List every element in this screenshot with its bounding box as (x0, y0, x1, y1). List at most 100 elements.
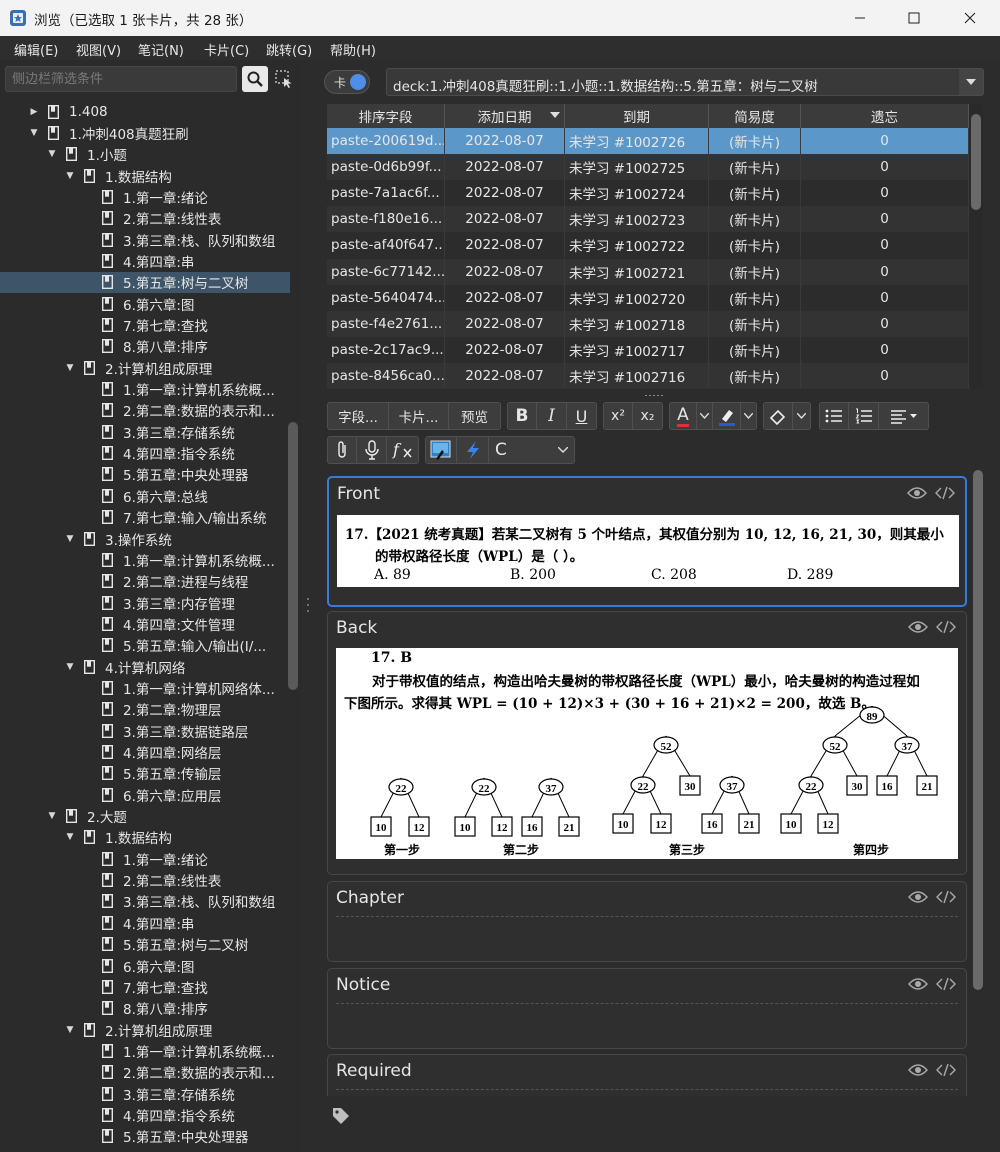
expand-down-icon[interactable]: ▼ (64, 831, 76, 843)
tree-item[interactable]: 5.第五章:中央处理器 (0, 464, 290, 485)
field-back[interactable]: Back 17. B 对于带权值的结点，构造出哈夫曼树的带权路径长度（WPL）最… (327, 611, 967, 875)
tree-item[interactable]: 1.第一章:计算机系统概... (0, 379, 290, 400)
menu-help[interactable]: 帮助(H) (330, 40, 376, 59)
expand-down-icon[interactable]: ▼ (64, 661, 76, 673)
tree-item[interactable]: 2.第二章:进程与线程 (0, 571, 290, 592)
eye-icon[interactable] (908, 620, 928, 634)
table-row[interactable]: paste-f180e16... 2022-08-07 未学习 #1002723 (新… (327, 206, 969, 233)
tree-item[interactable]: 2.第二章:数据的表示和... (0, 400, 290, 421)
highlight-button[interactable] (713, 402, 741, 430)
tree-item[interactable]: 7.第七章:查找 (0, 976, 290, 997)
tag-icon[interactable] (331, 1106, 351, 1126)
column-header-ease[interactable]: 简易度 (709, 104, 801, 128)
eye-icon[interactable] (908, 1063, 928, 1077)
table-row[interactable]: paste-f4e2761... 2022-08-07 未学习 #1002718 (新… (327, 310, 969, 337)
fields-scrollbar-thumb[interactable] (973, 470, 983, 990)
tree-item[interactable]: ▼ 1.小题 (0, 144, 290, 165)
font-color-button[interactable]: A (669, 402, 697, 430)
tree-item[interactable]: 1.第一章:绪论 (0, 186, 290, 207)
expand-down-icon[interactable]: ▼ (64, 170, 76, 182)
highlight-dropdown[interactable] (741, 402, 757, 430)
expand-down-icon[interactable]: ▼ (46, 148, 58, 160)
expand-down-icon[interactable]: ▼ (64, 362, 76, 374)
eye-icon[interactable] (907, 486, 927, 500)
tree-item[interactable]: 5.第五章:中央处理器 (0, 1126, 290, 1147)
search-combobox[interactable]: deck:1.冲刺408真题狂刷::1.小题::1.数据结构::5.第五章：树与… (386, 68, 984, 96)
html-editor-icon[interactable] (936, 620, 956, 634)
sidebar-scrollbar[interactable] (288, 422, 298, 690)
expand-down-icon[interactable]: ▼ (28, 127, 40, 139)
html-editor-icon[interactable] (936, 1063, 956, 1077)
required-editor[interactable] (336, 1089, 958, 1096)
tree-item[interactable]: 8.第八章:排序 (0, 336, 290, 357)
table-row[interactable]: paste-6c77142... 2022-08-07 未学习 #1002721 (新… (327, 258, 969, 285)
tree-item[interactable]: 2.第二章:线性表 (0, 208, 290, 229)
tree-item[interactable]: ▼ 2.大题 (0, 806, 290, 827)
subscript-button[interactable]: x₂ (633, 402, 663, 430)
expand-down-icon[interactable]: ▼ (46, 810, 58, 822)
attach-button[interactable] (327, 436, 357, 464)
align-button[interactable] (879, 402, 929, 430)
record-audio-button[interactable] (357, 436, 387, 464)
expand-down-icon[interactable]: ▼ (64, 1024, 76, 1036)
tree-item[interactable]: 4.第四章:指令系统 (0, 1104, 290, 1125)
tree-item[interactable]: 4.第四章:文件管理 (0, 613, 290, 634)
tree-item[interactable]: ▼ 1.数据结构 (0, 827, 290, 848)
menu-edit[interactable]: 编辑(E) (14, 40, 58, 59)
notice-editor[interactable] (336, 1003, 958, 1043)
tree-item[interactable]: 4.第四章:网络层 (0, 742, 290, 763)
tree-item[interactable]: ▼ 2.计算机组成原理 (0, 1019, 290, 1040)
tree-item[interactable]: ▼ 3.操作系统 (0, 528, 290, 549)
maximize-button[interactable] (891, 0, 937, 36)
tree-item[interactable]: 7.第七章:查找 (0, 315, 290, 336)
column-header-sort-field[interactable]: 排序字段 (327, 104, 445, 128)
tree-item[interactable]: 6.第六章:应用层 (0, 784, 290, 805)
tree-item[interactable]: 1.第一章:计算机系统概... (0, 549, 290, 570)
table-row[interactable]: paste-2c17ac9... 2022-08-07 未学习 #1002717 (新… (327, 336, 969, 363)
tree-item[interactable]: 5.第五章:传输层 (0, 763, 290, 784)
tree-item[interactable]: 5.第五章:输入/输出(I/... (0, 635, 290, 656)
tree-item[interactable]: 4.第四章:串 (0, 912, 290, 933)
tree-item[interactable]: 1.第一章:绪论 (0, 848, 290, 869)
fields-button[interactable]: 字段... (327, 402, 389, 430)
tree-item[interactable]: 2.第二章:线性表 (0, 870, 290, 891)
splitter-handle[interactable] (306, 595, 310, 615)
unordered-list-button[interactable] (819, 402, 849, 430)
tree-item[interactable]: 1.第一章:计算机网络体... (0, 677, 290, 698)
font-select[interactable]: C (489, 436, 575, 464)
column-header-date-added[interactable]: 添加日期 (445, 104, 565, 128)
tree-item[interactable]: 4.第四章:指令系统 (0, 443, 290, 464)
table-row[interactable]: paste-8456ca0... 2022-08-07 未学习 #1002716 (新… (327, 362, 969, 389)
tree-item[interactable]: 3.第三章:存储系统 (0, 421, 290, 442)
eye-icon[interactable] (908, 977, 928, 991)
tree-item[interactable]: ▶ 1.408 (0, 101, 290, 122)
tree-item[interactable]: 5.第五章:树与二叉树 (0, 934, 290, 955)
superscript-button[interactable]: x² (603, 402, 633, 430)
eraser-button[interactable] (763, 402, 793, 430)
tree-item[interactable]: 1.第一章:计算机系统概... (0, 1040, 290, 1061)
tree-item[interactable]: ▼ 2.计算机组成原理 (0, 357, 290, 378)
column-header-lapses[interactable]: 遗忘 (801, 104, 969, 128)
sidebar-search-button[interactable] (242, 66, 268, 92)
tree-item[interactable]: 3.第三章:内存管理 (0, 592, 290, 613)
field-notice[interactable]: Notice (327, 968, 967, 1049)
close-button[interactable] (947, 0, 993, 36)
tree-item[interactable]: 5.第五章:树与二叉树 (0, 271, 290, 293)
sidebar-select-tool-button[interactable] (272, 66, 296, 92)
html-editor-icon[interactable] (935, 486, 955, 500)
search-query[interactable]: deck:1.冲刺408真题狂刷::1.小题::1.数据结构::5.第五章：树与… (393, 75, 818, 95)
tree-item[interactable]: 6.第六章:图 (0, 293, 290, 314)
tree-item[interactable]: 8.第八章:排序 (0, 998, 290, 1019)
table-row[interactable]: paste-af40f647... 2022-08-07 未学习 #1002722(… (327, 232, 969, 259)
quick-action-button[interactable] (457, 436, 489, 464)
tree-item[interactable]: 7.第七章:输入/输出系统 (0, 507, 290, 528)
tree-item[interactable]: 2.第二章:物理层 (0, 699, 290, 720)
html-editor-icon[interactable] (936, 977, 956, 991)
table-row[interactable]: paste-0d6b99f... 2022-08-07 未学习 #1002725 (新… (327, 154, 969, 181)
tree-item[interactable]: 2.第二章:数据的表示和... (0, 1062, 290, 1083)
tree-item[interactable]: ▼ 1.数据结构 (0, 165, 290, 186)
table-scrollbar[interactable] (969, 104, 983, 390)
field-chapter[interactable]: Chapter (327, 881, 967, 962)
sidebar-filter-input[interactable] (5, 66, 237, 92)
cards-notes-toggle[interactable]: 卡 (324, 70, 370, 94)
